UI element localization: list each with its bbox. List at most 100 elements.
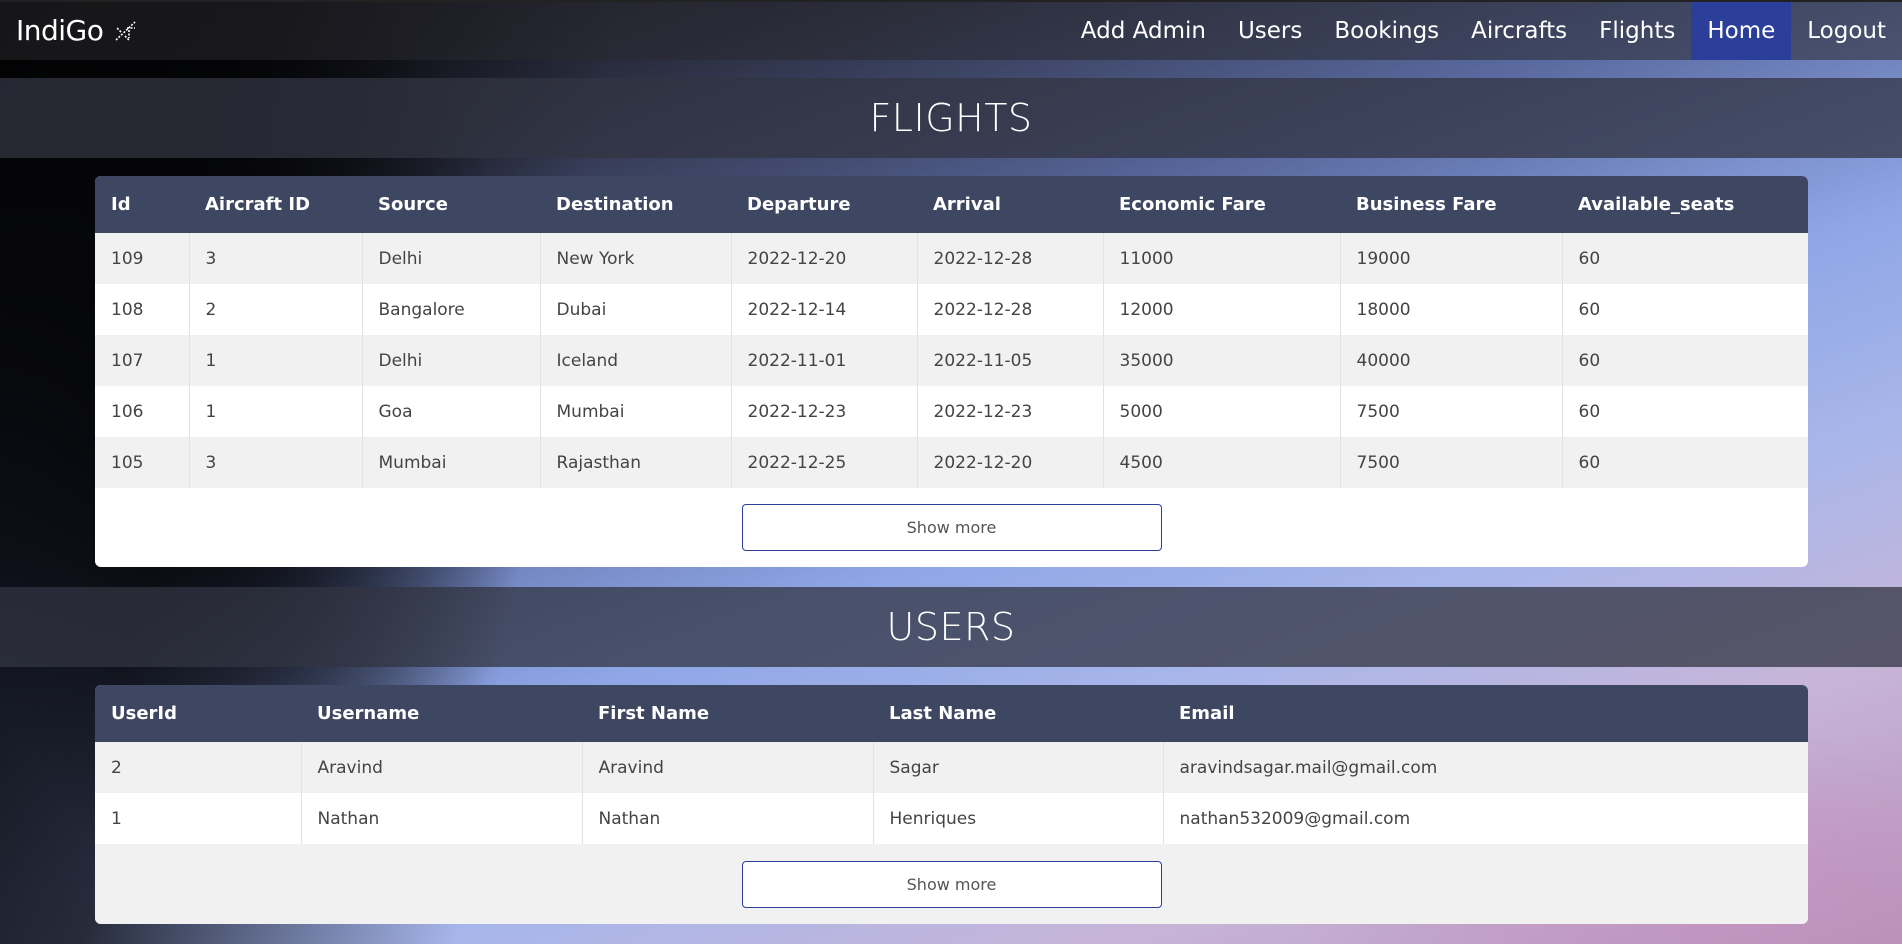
cell: 60 <box>1562 437 1808 488</box>
cell: 3 <box>189 437 363 488</box>
flights-title: FLIGHTS <box>869 96 1033 140</box>
users-title: USERS <box>886 605 1016 649</box>
cell: Rajasthan <box>540 437 732 488</box>
cell: 2022-11-05 <box>917 335 1104 386</box>
cell: 60 <box>1562 284 1808 335</box>
nav-users[interactable]: Users <box>1222 2 1318 60</box>
users-card: UserId Username First Name Last Name Ema… <box>95 685 1808 924</box>
cell: 35000 <box>1103 335 1341 386</box>
cell: 2022-11-01 <box>731 335 918 386</box>
users-banner: USERS <box>0 587 1902 667</box>
table-row: 106 1 Goa Mumbai 2022-12-23 2022-12-23 5… <box>95 386 1808 437</box>
table-row: 107 1 Delhi Iceland 2022-11-01 2022-11-0… <box>95 335 1808 386</box>
col-destination: Destination <box>540 176 731 233</box>
cell: Nathan <box>582 793 874 844</box>
cell: Goa <box>362 386 541 437</box>
cell: 2022-12-28 <box>917 233 1104 284</box>
cell: 5000 <box>1103 386 1341 437</box>
cell: aravindsagar.mail@gmail.com <box>1163 742 1808 793</box>
cell: Aravind <box>301 742 583 793</box>
nav-links: Add Admin Users Bookings Aircrafts Fligh… <box>1065 2 1902 60</box>
nav-aircrafts[interactable]: Aircrafts <box>1455 2 1583 60</box>
nav-flights[interactable]: Flights <box>1583 2 1691 60</box>
table-row: 2 Aravind Aravind Sagar aravindsagar.mai… <box>95 742 1808 793</box>
cell: 7500 <box>1340 386 1563 437</box>
cell: 107 <box>95 335 190 386</box>
table-row: 109 3 Delhi New York 2022-12-20 2022-12-… <box>95 233 1808 284</box>
cell: 2022-12-23 <box>731 386 918 437</box>
col-userid: UserId <box>95 685 301 742</box>
cell: New York <box>540 233 732 284</box>
cell: 60 <box>1562 335 1808 386</box>
flights-card: Id Aircraft ID Source Destination Depart… <box>95 176 1808 567</box>
nav-add-admin[interactable]: Add Admin <box>1065 2 1222 60</box>
flights-table: Id Aircraft ID Source Destination Depart… <box>95 176 1808 488</box>
col-email: Email <box>1163 685 1808 742</box>
cell: 106 <box>95 386 190 437</box>
users-footer: Show more <box>95 844 1808 924</box>
users-table: UserId Username First Name Last Name Ema… <box>95 685 1808 844</box>
flights-banner: FLIGHTS <box>0 78 1902 158</box>
cell: 109 <box>95 233 190 284</box>
cell: 108 <box>95 284 190 335</box>
col-last-name: Last Name <box>873 685 1163 742</box>
table-row: 1 Nathan Nathan Henriques nathan532009@g… <box>95 793 1808 844</box>
cell: Delhi <box>362 233 541 284</box>
col-available-seats: Available_seats <box>1562 176 1808 233</box>
brand-name: IndiGo <box>16 14 104 47</box>
col-business-fare: Business Fare <box>1340 176 1562 233</box>
cell: 12000 <box>1103 284 1341 335</box>
col-aircraft-id: Aircraft ID <box>189 176 362 233</box>
cell: Iceland <box>540 335 732 386</box>
cell: Delhi <box>362 335 541 386</box>
cell: Sagar <box>873 742 1164 793</box>
cell: 2022-12-20 <box>917 437 1104 488</box>
cell: 1 <box>189 335 363 386</box>
flights-show-more-button[interactable]: Show more <box>741 504 1162 551</box>
cell: 2 <box>95 742 302 793</box>
nav-logout[interactable]: Logout <box>1791 2 1902 60</box>
cell: 1 <box>189 386 363 437</box>
flights-footer: Show more <box>95 488 1808 567</box>
cell: 60 <box>1562 386 1808 437</box>
cell: 11000 <box>1103 233 1341 284</box>
nav-home[interactable]: Home <box>1691 2 1792 60</box>
navbar: IndiGo Add Admin Users Bookings Aircraft… <box>0 0 1902 60</box>
cell: 2022-12-25 <box>731 437 918 488</box>
cell: 7500 <box>1340 437 1563 488</box>
cell: 3 <box>189 233 363 284</box>
cell: Bangalore <box>362 284 541 335</box>
col-arrival: Arrival <box>917 176 1103 233</box>
cell: 4500 <box>1103 437 1341 488</box>
col-first-name: First Name <box>582 685 873 742</box>
col-economic-fare: Economic Fare <box>1103 176 1340 233</box>
cell: Mumbai <box>362 437 541 488</box>
cell: 1 <box>95 793 302 844</box>
col-id: Id <box>95 176 189 233</box>
brand-logo[interactable]: IndiGo <box>16 14 139 47</box>
cell: nathan532009@gmail.com <box>1163 793 1808 844</box>
cell: Mumbai <box>540 386 732 437</box>
cell: 2022-12-14 <box>731 284 918 335</box>
cell: Dubai <box>540 284 732 335</box>
cell: Nathan <box>301 793 583 844</box>
cell: 2022-12-28 <box>917 284 1104 335</box>
cell: 2022-12-20 <box>731 233 918 284</box>
cell: 60 <box>1562 233 1808 284</box>
cell: Aravind <box>582 742 874 793</box>
cell: 105 <box>95 437 190 488</box>
cell: 19000 <box>1340 233 1563 284</box>
nav-bookings[interactable]: Bookings <box>1318 2 1455 60</box>
cell: Henriques <box>873 793 1164 844</box>
table-row: 105 3 Mumbai Rajasthan 2022-12-25 2022-1… <box>95 437 1808 488</box>
flights-header-row: Id Aircraft ID Source Destination Depart… <box>95 176 1808 233</box>
col-username: Username <box>301 685 582 742</box>
col-departure: Departure <box>731 176 917 233</box>
users-header-row: UserId Username First Name Last Name Ema… <box>95 685 1808 742</box>
cell: 2 <box>189 284 363 335</box>
cell: 40000 <box>1340 335 1563 386</box>
cell: 18000 <box>1340 284 1563 335</box>
users-show-more-button[interactable]: Show more <box>741 860 1162 908</box>
table-row: 108 2 Bangalore Dubai 2022-12-14 2022-12… <box>95 284 1808 335</box>
airplane-icon <box>115 20 136 41</box>
